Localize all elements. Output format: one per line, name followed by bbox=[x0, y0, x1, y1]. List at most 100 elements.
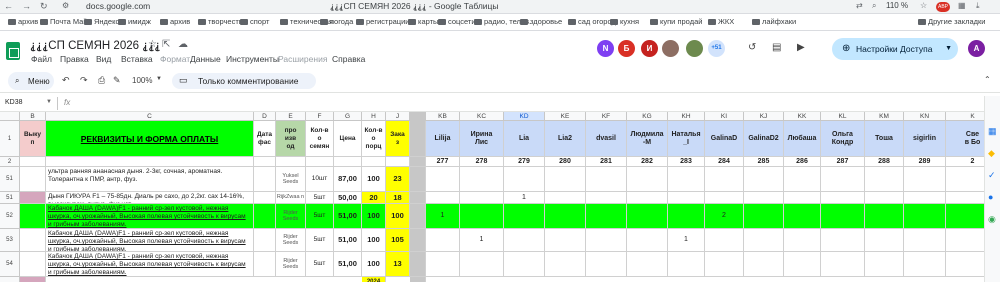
participant-name[interactable]: Людмила -M bbox=[627, 121, 668, 157]
empty-cell[interactable] bbox=[334, 157, 362, 167]
order-mark-cell[interactable] bbox=[426, 167, 460, 192]
order-mark-cell[interactable] bbox=[904, 167, 946, 192]
order-cell[interactable]: 13 bbox=[386, 252, 410, 277]
order-mark-cell[interactable] bbox=[545, 229, 586, 252]
order-mark-cell[interactable] bbox=[545, 252, 586, 277]
order-mark-cell[interactable] bbox=[904, 192, 946, 204]
empty-cell[interactable] bbox=[276, 157, 306, 167]
participant-name[interactable]: Любаша bbox=[784, 121, 821, 157]
product-description[interactable]: Кабачок ДАША (DAWA)F1 - ранний ср-зел ку… bbox=[46, 252, 254, 277]
order-mark-cell[interactable] bbox=[784, 252, 821, 277]
order-mark-cell[interactable] bbox=[668, 204, 705, 229]
date-cell[interactable] bbox=[254, 192, 276, 204]
date-cell[interactable] bbox=[254, 229, 276, 252]
order-mark-cell[interactable] bbox=[865, 252, 904, 277]
order-cell[interactable]: 105 bbox=[386, 229, 410, 252]
order-mark-cell[interactable] bbox=[784, 229, 821, 252]
order-mark-cell[interactable] bbox=[426, 252, 460, 277]
column-header[interactable]: KB bbox=[426, 112, 460, 121]
translate-icon[interactable]: ⇄ bbox=[856, 1, 863, 10]
bookmark-item[interactable]: архив bbox=[8, 17, 38, 26]
portions-cell[interactable]: 100 bbox=[362, 204, 386, 229]
reload-icon[interactable]: ↻ bbox=[40, 1, 48, 12]
menu-item[interactable]: Файл bbox=[31, 54, 52, 64]
bookmark-item[interactable]: лайфхаки bbox=[752, 17, 796, 26]
order-mark-cell[interactable] bbox=[627, 204, 668, 229]
seed-qty-cell[interactable]: 5шт bbox=[306, 204, 334, 229]
price-cell[interactable]: 51,00 bbox=[334, 204, 362, 229]
empty-cell[interactable] bbox=[386, 157, 410, 167]
order-mark-cell[interactable] bbox=[784, 204, 821, 229]
name-box-chevron-icon[interactable]: ▼ bbox=[46, 99, 52, 105]
portions-cell[interactable]: 20 bbox=[362, 192, 386, 204]
order-mark-cell[interactable] bbox=[821, 229, 865, 252]
order-mark-cell[interactable] bbox=[865, 167, 904, 192]
undo-icon[interactable]: ↶ bbox=[62, 75, 70, 86]
download-icon[interactable]: ⤓ bbox=[976, 1, 980, 11]
bookmark-item[interactable]: Яндекс bbox=[84, 17, 119, 26]
column-header[interactable]: G bbox=[334, 112, 362, 121]
seed-qty-cell[interactable]: 5шт bbox=[306, 192, 334, 204]
bookmark-item[interactable]: карты bbox=[408, 17, 438, 26]
menu-item[interactable]: Инструменты bbox=[226, 54, 279, 64]
order-mark-cell[interactable] bbox=[460, 204, 504, 229]
order-mark-cell[interactable] bbox=[668, 167, 705, 192]
order-mark-cell[interactable] bbox=[744, 252, 784, 277]
empty-cell[interactable] bbox=[362, 157, 386, 167]
order-mark-cell[interactable] bbox=[784, 167, 821, 192]
column-header[interactable]: KN bbox=[904, 112, 946, 121]
order-mark-cell[interactable] bbox=[504, 252, 545, 277]
product-description[interactable]: ультра ранняя ананасная дыня. 2-3кг, соч… bbox=[46, 167, 254, 192]
star-icon[interactable]: ☆ bbox=[920, 1, 927, 10]
order-mark-cell[interactable] bbox=[586, 252, 627, 277]
site-info-icon[interactable]: ⚙ bbox=[62, 1, 69, 10]
order-cell[interactable]: 18 bbox=[386, 192, 410, 204]
order-mark-cell[interactable]: 1 bbox=[426, 204, 460, 229]
order-mark-cell[interactable] bbox=[627, 192, 668, 204]
producer-cell[interactable]: RijkZwaa n bbox=[276, 192, 306, 204]
column-header[interactable]: KK bbox=[784, 112, 821, 121]
producer-cell[interactable]: Rijder Seeds bbox=[276, 252, 306, 277]
date-cell[interactable] bbox=[254, 252, 276, 277]
collaborator-avatar[interactable] bbox=[662, 40, 679, 57]
url-text[interactable]: docs.google.com bbox=[86, 1, 150, 11]
column-header[interactable]: E bbox=[276, 112, 306, 121]
order-mark-cell[interactable]: 1 bbox=[504, 192, 545, 204]
order-mark-cell[interactable] bbox=[744, 229, 784, 252]
empty-cell[interactable] bbox=[46, 157, 254, 167]
buyout-cell[interactable] bbox=[20, 192, 46, 204]
order-mark-cell[interactable] bbox=[904, 252, 946, 277]
order-mark-cell[interactable] bbox=[705, 252, 744, 277]
column-header[interactable]: KE bbox=[545, 112, 586, 121]
producer-cell[interactable]: Yuksel Seeds bbox=[276, 167, 306, 192]
column-header[interactable]: KC bbox=[460, 112, 504, 121]
move-icon[interactable]: ⇱ bbox=[162, 39, 170, 50]
participant-name[interactable]: sigirlin bbox=[904, 121, 946, 157]
menu-search-pill[interactable]: ⌕ Меню bbox=[8, 72, 54, 90]
order-mark-cell[interactable] bbox=[426, 229, 460, 252]
product-description[interactable]: Дыня ГИКУРА F1 – 75-85дн. Диаль ре сахо,… bbox=[46, 192, 254, 204]
order-mark-cell[interactable] bbox=[821, 192, 865, 204]
menu-item[interactable]: Вставка bbox=[121, 54, 153, 64]
price-cell[interactable]: 87,00 bbox=[334, 167, 362, 192]
portions-cell[interactable]: 100 bbox=[362, 229, 386, 252]
order-mark-cell[interactable] bbox=[705, 167, 744, 192]
print-icon[interactable]: ⎙ bbox=[98, 75, 105, 86]
column-header[interactable]: KH bbox=[668, 112, 705, 121]
participant-name[interactable]: Тоша bbox=[865, 121, 904, 157]
order-mark-cell[interactable] bbox=[784, 192, 821, 204]
price-cell[interactable]: 51,00 bbox=[334, 229, 362, 252]
column-header[interactable]: KD bbox=[504, 112, 545, 121]
document-title[interactable]: ⸘⸘⸘СП СЕМЯН 2026 ⸘⸘⸘ bbox=[30, 38, 161, 52]
column-header[interactable]: H bbox=[362, 112, 386, 121]
view-mode-pill[interactable]: ▭ Только комментирование bbox=[172, 73, 316, 89]
contacts-icon[interactable]: ● bbox=[988, 192, 993, 202]
order-mark-cell[interactable] bbox=[426, 192, 460, 204]
order-mark-cell[interactable] bbox=[460, 167, 504, 192]
order-mark-cell[interactable] bbox=[627, 229, 668, 252]
product-description[interactable]: Кабачок ДАША (DAWA)F1 - ранний ср-зел ку… bbox=[46, 204, 254, 229]
keep-icon[interactable]: ◆ bbox=[988, 148, 995, 159]
bookmark-item[interactable]: Другие закладки bbox=[918, 17, 985, 26]
star-doc-icon[interactable]: ☆ bbox=[148, 39, 157, 50]
order-mark-cell[interactable] bbox=[705, 229, 744, 252]
